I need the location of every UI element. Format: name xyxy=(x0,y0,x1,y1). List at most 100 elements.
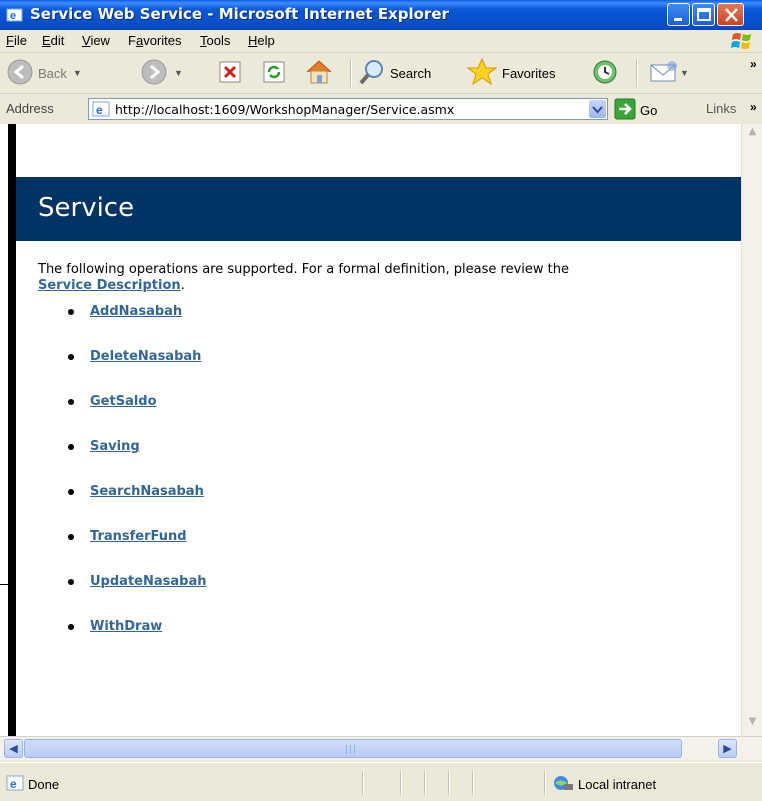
page-banner: Service xyxy=(16,177,741,241)
scroll-up-icon[interactable]: ▲ xyxy=(744,126,761,143)
operation-link-addnasabah[interactable]: AddNasabah xyxy=(90,304,182,319)
horizontal-scroll-thumb[interactable]: ||| xyxy=(24,739,682,758)
go-label: Go xyxy=(640,103,658,118)
stop-icon xyxy=(218,60,242,87)
vertical-scrollbar[interactable]: ▲ ▼ xyxy=(741,124,762,736)
close-button[interactable] xyxy=(717,3,744,26)
maximize-button[interactable] xyxy=(692,3,715,26)
back-label: Back xyxy=(38,65,67,81)
bullet-icon xyxy=(68,579,74,585)
favorites-button[interactable]: Favorites xyxy=(466,53,555,93)
windows-logo-icon xyxy=(730,32,756,53)
back-button[interactable]: Back ▼ xyxy=(6,53,82,93)
search-label: Search xyxy=(390,65,432,81)
horizontal-scrollbar[interactable]: ◀ ||| ▶ xyxy=(0,736,762,760)
links-overflow-chevron-icon[interactable]: » xyxy=(750,100,757,114)
bullet-icon xyxy=(68,444,74,450)
status-divider xyxy=(362,771,364,795)
mail-button[interactable]: ▼ xyxy=(648,53,689,93)
back-dropdown-icon[interactable]: ▼ xyxy=(73,68,82,78)
page-done-icon: e xyxy=(6,775,24,794)
standard-toolbar: Back ▼ ▼ Search Favorites ▼ » xyxy=(0,53,762,94)
status-divider xyxy=(544,771,546,795)
address-label: Address xyxy=(6,101,54,116)
scroll-left-icon[interactable]: ◀ xyxy=(4,739,23,758)
mail-dropdown-icon[interactable]: ▼ xyxy=(680,68,689,78)
svg-text:e: e xyxy=(96,103,103,117)
bullet-icon xyxy=(68,399,74,405)
toolbar-separator xyxy=(350,59,352,87)
menu-tools[interactable]: Tools xyxy=(200,33,230,48)
scroll-down-icon[interactable]: ▼ xyxy=(744,716,761,733)
security-zone-label: Local intranet xyxy=(578,777,657,792)
menu-view[interactable]: View xyxy=(82,33,110,48)
bullet-icon xyxy=(68,309,74,315)
intranet-zone-icon xyxy=(552,775,574,794)
forward-dropdown-icon[interactable]: ▼ xyxy=(174,68,183,78)
bullet-icon xyxy=(68,534,74,540)
menu-favorites[interactable]: Favorites xyxy=(128,33,181,48)
status-divider xyxy=(400,771,402,795)
intro-text: The following operations are supported. … xyxy=(38,262,570,277)
title-bar[interactable]: e Service Web Service - Microsoft Intern… xyxy=(0,0,762,30)
ie-app-icon: e xyxy=(6,6,24,24)
page-content: Service The following operations are sup… xyxy=(16,124,741,736)
operation-link-withdraw[interactable]: WithDraw xyxy=(90,619,162,634)
frame-border xyxy=(8,124,16,736)
operation-link-searchnasabah[interactable]: SearchNasabah xyxy=(90,484,204,499)
forward-arrow-icon xyxy=(140,58,168,89)
refresh-button[interactable] xyxy=(262,53,286,93)
operation-link-saving[interactable]: Saving xyxy=(90,439,140,454)
go-button[interactable]: Go xyxy=(614,98,657,123)
home-button[interactable] xyxy=(304,53,334,93)
links-label[interactable]: Links xyxy=(706,101,736,116)
toolbar-overflow-chevron-icon[interactable]: » xyxy=(750,57,757,71)
left-frame-edge xyxy=(0,124,30,736)
status-divider xyxy=(448,771,450,795)
refresh-icon xyxy=(262,60,286,87)
browser-window: e Service Web Service - Microsoft Intern… xyxy=(0,0,762,801)
favorites-star-icon xyxy=(466,57,498,90)
status-text: Done xyxy=(28,777,60,792)
mail-icon xyxy=(648,58,680,89)
search-icon xyxy=(358,58,386,89)
address-dropdown-icon[interactable] xyxy=(589,100,606,118)
bullet-icon xyxy=(68,624,74,630)
go-arrow-icon xyxy=(614,98,636,123)
search-button[interactable]: Search xyxy=(358,53,431,93)
operation-link-updatenasabah[interactable]: UpdateNasabah xyxy=(90,574,206,589)
history-button[interactable] xyxy=(590,53,620,93)
window-title: Service Web Service - Microsoft Internet… xyxy=(30,5,449,23)
scroll-grip-icon: ||| xyxy=(345,745,358,755)
operation-link-deletenasabah[interactable]: DeleteNasabah xyxy=(90,349,201,364)
intro-paragraph: The following operations are supported. … xyxy=(38,262,738,294)
minimize-button[interactable] xyxy=(667,3,690,26)
scroll-right-icon[interactable]: ▶ xyxy=(718,739,737,758)
page-title: Service xyxy=(38,193,135,223)
toolbar-separator-2 xyxy=(636,59,638,87)
page-ie-icon: e xyxy=(92,101,110,120)
history-icon xyxy=(590,58,620,89)
svg-text:e: e xyxy=(10,777,17,791)
intro-end: . xyxy=(180,278,185,293)
menu-bar: File Edit View Favorites Tools Help xyxy=(0,30,762,53)
svg-text:e: e xyxy=(10,10,16,22)
menu-help[interactable]: Help xyxy=(248,33,275,48)
address-url: http://localhost:1609/WorkshopManager/Se… xyxy=(115,102,455,117)
favorites-label: Favorites xyxy=(502,65,556,81)
back-arrow-icon xyxy=(6,58,34,89)
bullet-icon xyxy=(68,489,74,495)
operation-link-transferfund[interactable]: TransferFund xyxy=(90,529,187,544)
forward-button[interactable]: ▼ xyxy=(140,53,183,93)
address-bar: Address e http://localhost:1609/Workshop… xyxy=(0,94,762,125)
service-description-link[interactable]: Service Description xyxy=(38,278,181,293)
status-divider xyxy=(472,771,474,795)
address-input[interactable]: e http://localhost:1609/WorkshopManager/… xyxy=(88,98,608,120)
bullet-icon xyxy=(68,354,74,360)
menu-file[interactable]: File xyxy=(6,33,27,48)
operation-link-getsaldo[interactable]: GetSaldo xyxy=(90,394,157,409)
menu-edit[interactable]: Edit xyxy=(42,33,64,48)
home-icon xyxy=(304,58,334,89)
status-divider xyxy=(424,771,426,795)
stop-button[interactable] xyxy=(218,53,242,93)
